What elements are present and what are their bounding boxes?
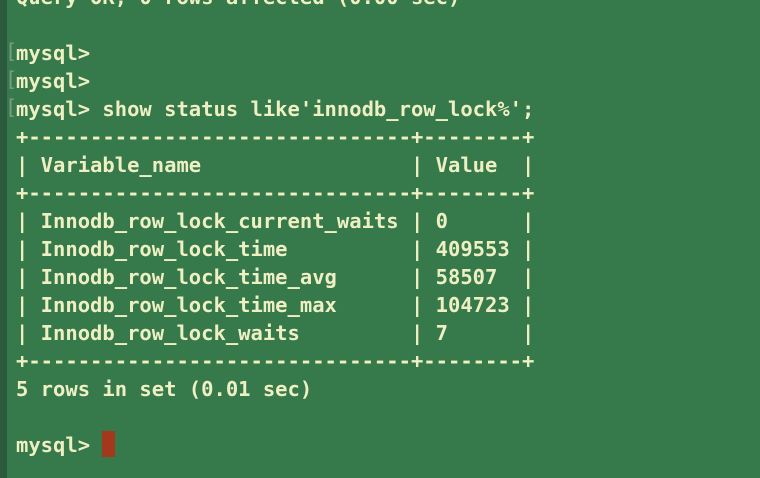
prompt-line: mysql> (16, 69, 91, 93)
table-border: +-------------------------------+-------… (16, 349, 535, 373)
output-line: Query OK, 0 rows affected (0.00 sec) (16, 0, 534, 11)
table-row: | Innodb_row_lock_time_max | 104723 | (16, 293, 535, 317)
prompt-line: mysql> (16, 41, 91, 65)
text-cursor[interactable] (102, 431, 116, 457)
table-header-row: | Variable_name | Value | (16, 153, 535, 177)
result-summary: 5 rows in set (0.01 sec) (16, 377, 313, 401)
table-row: | Innodb_row_lock_waits | 7 | (16, 321, 535, 345)
active-prompt-line[interactable]: mysql> (16, 431, 534, 459)
prompt: mysql> (16, 433, 103, 457)
table-row: | Innodb_row_lock_current_waits | 0 | (16, 209, 535, 233)
command-line: mysql> show status like'innodb_row_lock%… (16, 97, 535, 121)
terminal-window[interactable]: [ [ [ Query OK, 0 rows affected (0.00 se… (0, 0, 760, 478)
table-row: | Innodb_row_lock_time_avg | 58507 | (16, 265, 535, 289)
table-border: +-------------------------------+-------… (16, 181, 535, 205)
terminal-output: Query OK, 0 rows affected (0.00 sec) mys… (16, 0, 534, 459)
table-border: +-------------------------------+-------… (16, 125, 535, 149)
table-row: | Innodb_row_lock_time | 409553 | (16, 237, 535, 261)
